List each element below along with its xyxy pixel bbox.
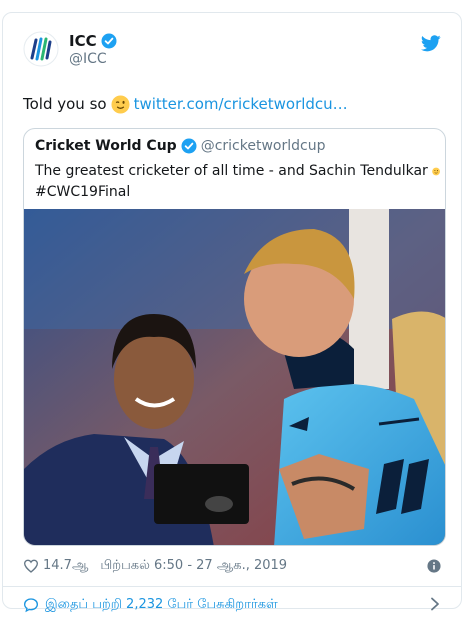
verified-badge-icon <box>101 33 117 49</box>
tweet-body: Told you so <box>23 95 107 113</box>
author-handle[interactable]: @ICC <box>69 51 107 67</box>
quoted-author-name[interactable]: Cricket World Cup <box>35 138 177 154</box>
winking-face-icon <box>111 94 130 114</box>
quoted-winking-face-icon <box>432 167 440 176</box>
like-count[interactable]: 14.7ஆ <box>43 558 88 574</box>
tweet-text: Told you so twitter.com/cricketworldcu… <box>23 94 348 114</box>
quoted-hashtag[interactable]: #CWC19Final <box>35 182 130 203</box>
heart-icon[interactable] <box>23 558 39 574</box>
quoted-tweet[interactable]: Cricket World Cup @cricketworldcup The g… <box>23 128 446 546</box>
speech-bubble-icon <box>23 598 39 613</box>
quoted-header: Cricket World Cup @cricketworldcup <box>35 138 325 154</box>
info-icon[interactable] <box>427 559 441 573</box>
twitter-bird-icon[interactable] <box>421 35 441 52</box>
tweet-meta: 14.7ஆ பிற்பகல் 6:50 - 27 ஆக., 2019 <box>23 557 441 575</box>
quoted-text-line1: The greatest cricketer of all time - and… <box>35 163 428 179</box>
conversation-label[interactable]: இதைப் பற்றி 2,232 பேர் பேசுகிறார்கள் <box>45 597 278 613</box>
tweet-timestamp[interactable]: பிற்பகல் 6:50 - 27 ஆக., 2019 <box>100 558 287 574</box>
tweet-card: ICC @ICC Told you so twitter.com/cricket… <box>2 12 462 613</box>
chevron-right-icon[interactable] <box>429 597 441 611</box>
author-name-row: ICC <box>69 32 117 50</box>
quoted-author-handle[interactable]: @cricketworldcup <box>201 138 326 154</box>
quoted-photo[interactable] <box>24 209 446 546</box>
author-name[interactable]: ICC <box>69 32 97 50</box>
quoted-text: The greatest cricketer of all time - and… <box>35 161 440 203</box>
conversation-link[interactable]: இதைப் பற்றி 2,232 பேர் பேசுகிறார்கள் <box>23 595 441 615</box>
tweet-header: ICC @ICC <box>23 31 441 75</box>
quoted-verified-badge-icon <box>181 138 197 154</box>
icc-logo-icon[interactable] <box>23 31 59 67</box>
tweet-link[interactable]: twitter.com/cricketworldcu… <box>134 94 348 114</box>
divider <box>3 586 461 587</box>
